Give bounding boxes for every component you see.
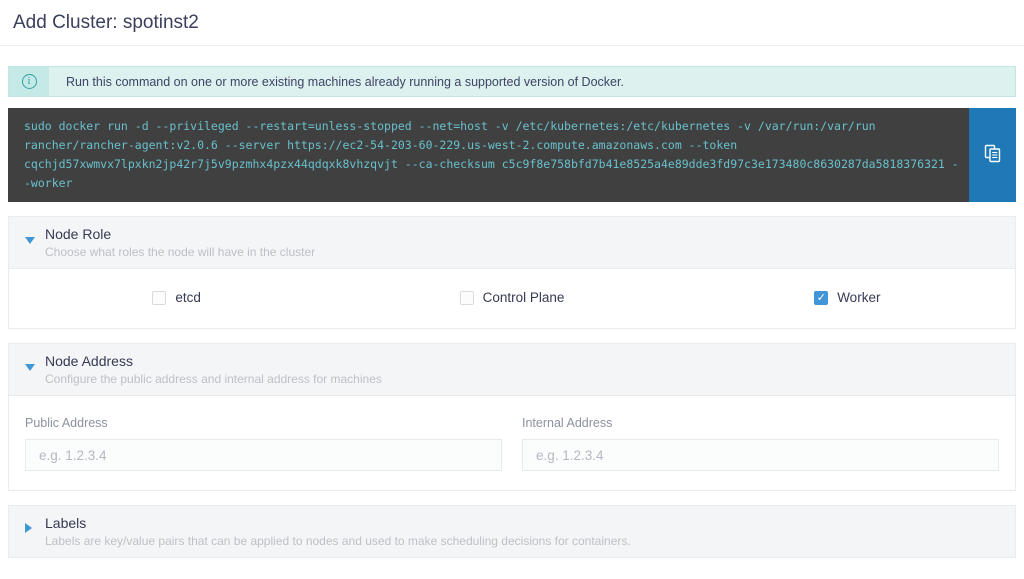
info-banner: i Run this command on one or more existi… — [8, 66, 1016, 97]
info-banner-text: Run this command on one or more existing… — [49, 67, 624, 96]
page-title: Add Cluster: spotinst2 — [0, 0, 1024, 45]
chevron-right-icon — [25, 523, 32, 533]
internal-address-field-group: Internal Address — [522, 416, 999, 471]
worker-checkbox[interactable] — [814, 291, 828, 305]
worker-checkbox-label: Worker — [837, 290, 880, 305]
etcd-checkbox-label: etcd — [175, 290, 201, 305]
docker-command-block: sudo docker run -d --privileged --restar… — [8, 108, 1016, 202]
info-banner-icon-cell: i — [9, 67, 49, 96]
section-node-address-header[interactable]: Node Address Configure the public addres… — [9, 344, 1015, 395]
info-icon: i — [22, 74, 37, 89]
section-labels: Labels Labels are key/value pairs that c… — [8, 505, 1016, 558]
public-address-field-group: Public Address — [25, 416, 502, 471]
add-cluster-page: Add Cluster: spotinst2 i Run this comman… — [0, 0, 1024, 579]
role-col-worker: Worker — [680, 290, 1015, 305]
section-node-role-subtitle: Choose what roles the node will have in … — [45, 245, 1001, 259]
public-address-label: Public Address — [25, 416, 502, 430]
title-divider — [0, 45, 1024, 46]
control-plane-checkbox-label: Control Plane — [483, 290, 565, 305]
section-node-role-body: etcd Control Plane Worker — [9, 268, 1015, 328]
section-node-role: Node Role Choose what roles the node wil… — [8, 216, 1016, 329]
address-fields: Public Address Internal Address — [9, 396, 1015, 490]
section-node-address-title: Node Address — [45, 353, 1001, 369]
node-role-options: etcd Control Plane Worker — [9, 269, 1015, 328]
checkbox-item-worker[interactable]: Worker — [814, 290, 880, 305]
section-labels-subtitle: Labels are key/value pairs that can be a… — [45, 534, 1001, 548]
section-labels-title: Labels — [45, 515, 1001, 531]
chevron-down-icon — [25, 364, 35, 371]
internal-address-label: Internal Address — [522, 416, 999, 430]
chevron-down-icon — [25, 237, 35, 244]
checkbox-item-etcd[interactable]: etcd — [152, 290, 201, 305]
section-node-role-title: Node Role — [45, 226, 1001, 242]
section-node-role-header[interactable]: Node Role Choose what roles the node wil… — [9, 217, 1015, 268]
clipboard-copy-icon — [984, 144, 1001, 166]
role-col-etcd: etcd — [9, 290, 344, 305]
public-address-input[interactable] — [25, 439, 502, 471]
section-node-address-subtitle: Configure the public address and interna… — [45, 372, 1001, 386]
role-col-control-plane: Control Plane — [344, 290, 679, 305]
copy-command-button[interactable] — [969, 108, 1016, 202]
section-labels-header[interactable]: Labels Labels are key/value pairs that c… — [9, 506, 1015, 557]
section-node-address: Node Address Configure the public addres… — [8, 343, 1016, 491]
etcd-checkbox[interactable] — [152, 291, 166, 305]
docker-command-text: sudo docker run -d --privileged --restar… — [8, 108, 969, 202]
internal-address-input[interactable] — [522, 439, 999, 471]
control-plane-checkbox[interactable] — [460, 291, 474, 305]
section-node-address-body: Public Address Internal Address — [9, 395, 1015, 490]
checkbox-item-control-plane[interactable]: Control Plane — [460, 290, 565, 305]
